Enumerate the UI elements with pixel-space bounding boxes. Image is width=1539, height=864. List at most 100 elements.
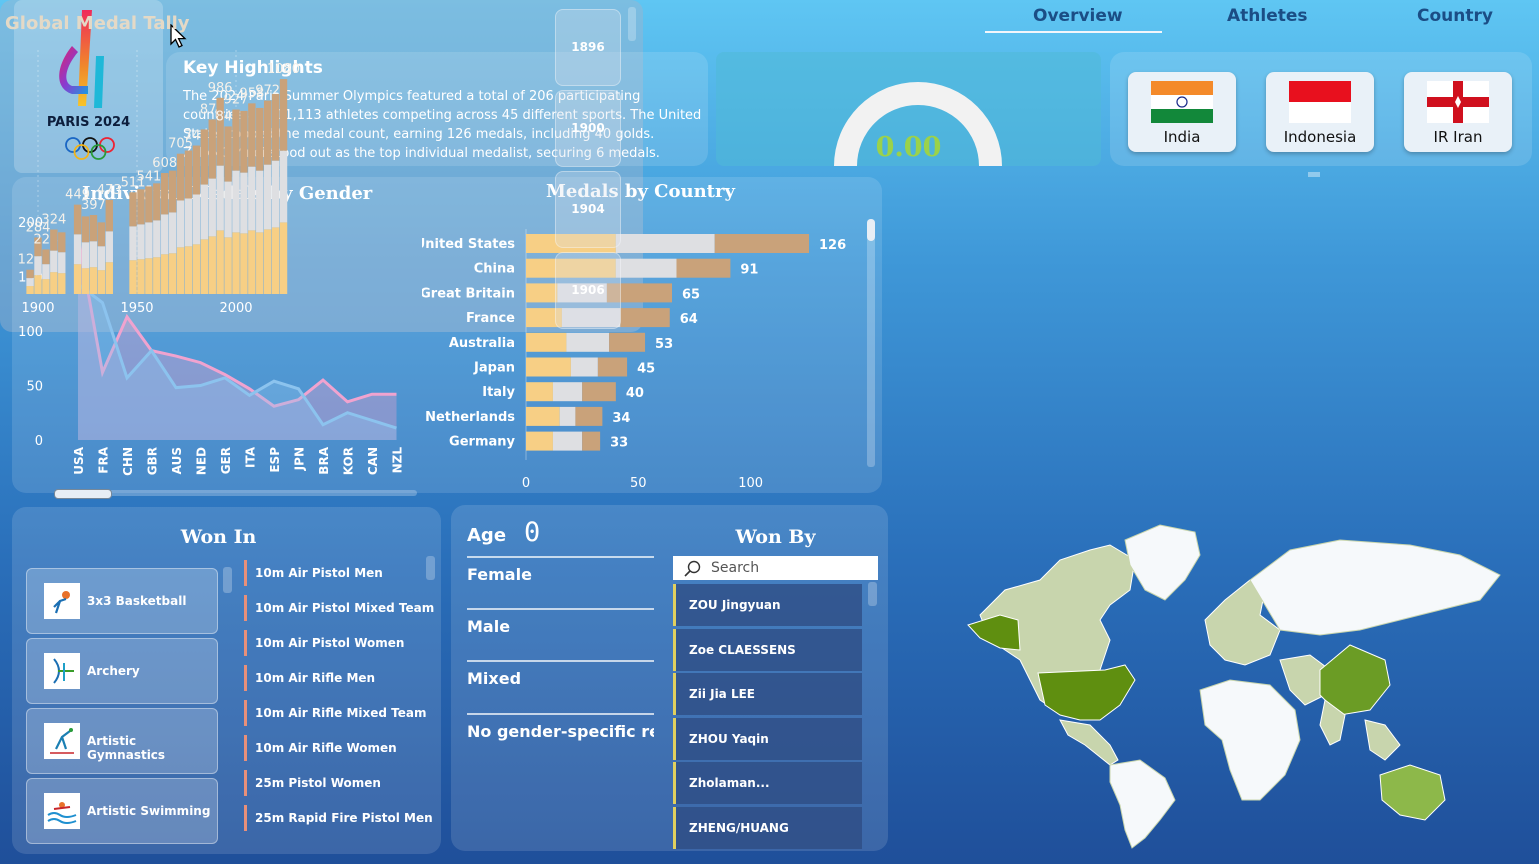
tally-bar-segment — [105, 231, 113, 263]
won-in-title: Won In — [180, 526, 257, 548]
country-bar-segment — [526, 406, 560, 426]
tally-bar-segment — [161, 214, 169, 255]
country-slicer-panel: India Indonesia IR Iran — [1110, 52, 1532, 166]
map-central-america[interactable] — [1059, 719, 1119, 766]
gender-option-mixed[interactable]: Mixed — [467, 660, 654, 710]
tally-bar-segment — [137, 189, 145, 225]
country-bar-segment — [559, 406, 576, 426]
country-total-label: 64 — [680, 312, 698, 327]
tally-bar-segment — [58, 252, 66, 274]
gender-chart-scroll-thumb[interactable] — [54, 489, 112, 499]
tally-bar-segment — [279, 79, 288, 151]
country-bar-segment — [582, 382, 616, 402]
tab-overview[interactable]: Overview — [1033, 6, 1123, 26]
gender-option-no-gender-specific[interactable]: No gender-specific re... — [467, 713, 654, 763]
tally-bar-segment — [248, 103, 256, 167]
event-item[interactable]: 10m Air Rifle Women — [244, 735, 435, 761]
gender-option-female[interactable]: Female — [467, 556, 654, 606]
map-australia[interactable] — [1379, 764, 1446, 821]
tab-country[interactable]: Country — [1417, 6, 1493, 26]
gymnastics-icon — [44, 723, 80, 759]
event-item[interactable]: 10m Air Pistol Men — [244, 560, 435, 586]
basketball-icon — [44, 583, 80, 619]
map-alaska[interactable] — [967, 614, 1021, 651]
events-scrollbar[interactable] — [426, 556, 435, 580]
country-label: Indonesia — [1283, 128, 1357, 146]
event-item[interactable]: 10m Air Pistol Women — [244, 630, 435, 656]
tally-bar-segment — [137, 259, 145, 294]
country-card-india[interactable]: India — [1128, 72, 1236, 152]
year-slicer-item[interactable]: 1900 — [555, 90, 621, 167]
sports-scrollbar[interactable] — [223, 567, 232, 593]
gender-option-male[interactable]: Male — [467, 608, 654, 658]
event-item[interactable]: 10m Air Rifle Men — [244, 665, 435, 691]
gender-won-by-panel: Age 0 Female Male Mixed No gender-specif… — [451, 505, 888, 851]
athlete-item[interactable]: ZHENG/HUANG — [673, 807, 862, 849]
tally-bar-segment — [137, 224, 145, 260]
sport-card-artistic-swimming[interactable]: Artistic Swimming — [26, 778, 218, 844]
athlete-list-scrollbar[interactable] — [868, 582, 877, 606]
x-tick-label: 50 — [630, 476, 647, 491]
indonesia-flag-icon — [1289, 81, 1351, 123]
tally-bar-segment — [97, 222, 106, 247]
country-card-indonesia[interactable]: Indonesia — [1266, 72, 1374, 152]
tally-bar-segment — [153, 257, 161, 294]
athlete-item[interactable]: Zoe CLAESSENS — [673, 629, 862, 671]
tally-bar-segment — [279, 222, 288, 294]
athlete-search-input[interactable]: Search — [673, 556, 878, 580]
won-by-title: Won By — [735, 526, 816, 548]
tally-bar-segment — [263, 100, 272, 165]
tally-bar-segment — [224, 126, 232, 182]
map-africa[interactable] — [1199, 679, 1301, 801]
tally-bar-segment — [216, 165, 224, 231]
year-slicer-item[interactable]: 1906 — [555, 252, 621, 329]
age-value: 0 — [524, 517, 541, 548]
country-chart-scroll-thumb[interactable] — [867, 219, 875, 241]
country-category-label: Italy — [482, 385, 515, 400]
country-bar-segment — [526, 431, 553, 451]
panel-resize-handle[interactable] — [1308, 172, 1320, 177]
event-item[interactable]: 25m Pistol Women — [244, 770, 435, 796]
tally-bar-segment — [34, 275, 42, 294]
tally-bar-segment — [42, 249, 50, 265]
x-tick-label: BRA — [317, 446, 331, 474]
map-southeast-asia[interactable] — [1364, 719, 1401, 761]
global-medal-tally-panel: Global Medal Tally 122 284 224 324 449 397 473… — [0, 0, 643, 332]
athlete-item[interactable]: Zii Jia LEE — [673, 673, 862, 715]
map-south-america[interactable] — [1109, 759, 1176, 849]
tally-bar-segment — [192, 244, 201, 294]
tally-bar-segment — [161, 173, 169, 215]
world-medal-map[interactable] — [960, 520, 1520, 850]
tab-athletes[interactable]: Athletes — [1227, 6, 1308, 26]
country-chart-vertical-scrollbar[interactable] — [867, 219, 875, 467]
sport-card-3x3-basketball[interactable]: 3x3 Basketball — [26, 568, 218, 634]
country-category-label: Japan — [473, 361, 515, 376]
tally-total-label: 1080 — [267, 62, 300, 77]
tally-bar-segment — [248, 166, 256, 231]
country-bar-segment — [566, 332, 610, 352]
year-slicer-scrollbar[interactable] — [628, 7, 636, 41]
tally-bar-segment — [256, 232, 264, 294]
tally-bar-segment — [216, 97, 224, 166]
year-slicer-item[interactable]: 1896 — [555, 9, 621, 86]
year-slicer-item[interactable]: 1904 — [555, 171, 621, 248]
map-greenland[interactable] — [1124, 524, 1201, 601]
athlete-item[interactable]: Zholaman... — [673, 762, 862, 804]
athlete-item[interactable]: ZOU Jingyuan — [673, 584, 862, 626]
sport-card-artistic-gymnastics[interactable]: Artistic Gymnastics — [26, 708, 218, 774]
event-item[interactable]: 10m Air Pistol Mixed Team — [244, 595, 435, 621]
tally-bar-segment — [263, 164, 272, 230]
tally-bar-segment — [145, 222, 153, 259]
event-item[interactable]: 10m Air Rifle Mixed Team — [244, 700, 435, 726]
athlete-item[interactable]: ZHOU Yaqin — [673, 718, 862, 760]
sport-card-archery[interactable]: Archery — [26, 638, 218, 704]
tally-total-label: 397 — [81, 198, 106, 213]
tally-bar-segment — [89, 241, 98, 268]
map-usa[interactable] — [1037, 664, 1136, 721]
country-card-iran[interactable]: IR Iran — [1404, 72, 1512, 152]
global-medal-tally-chart: 1222842243244493974735115416087057468779… — [18, 50, 300, 316]
tally-bar-segment — [26, 278, 34, 287]
event-item[interactable]: 25m Rapid Fire Pistol Men — [244, 805, 435, 831]
tally-bar-segment — [176, 200, 185, 248]
map-russia[interactable] — [1249, 539, 1501, 636]
